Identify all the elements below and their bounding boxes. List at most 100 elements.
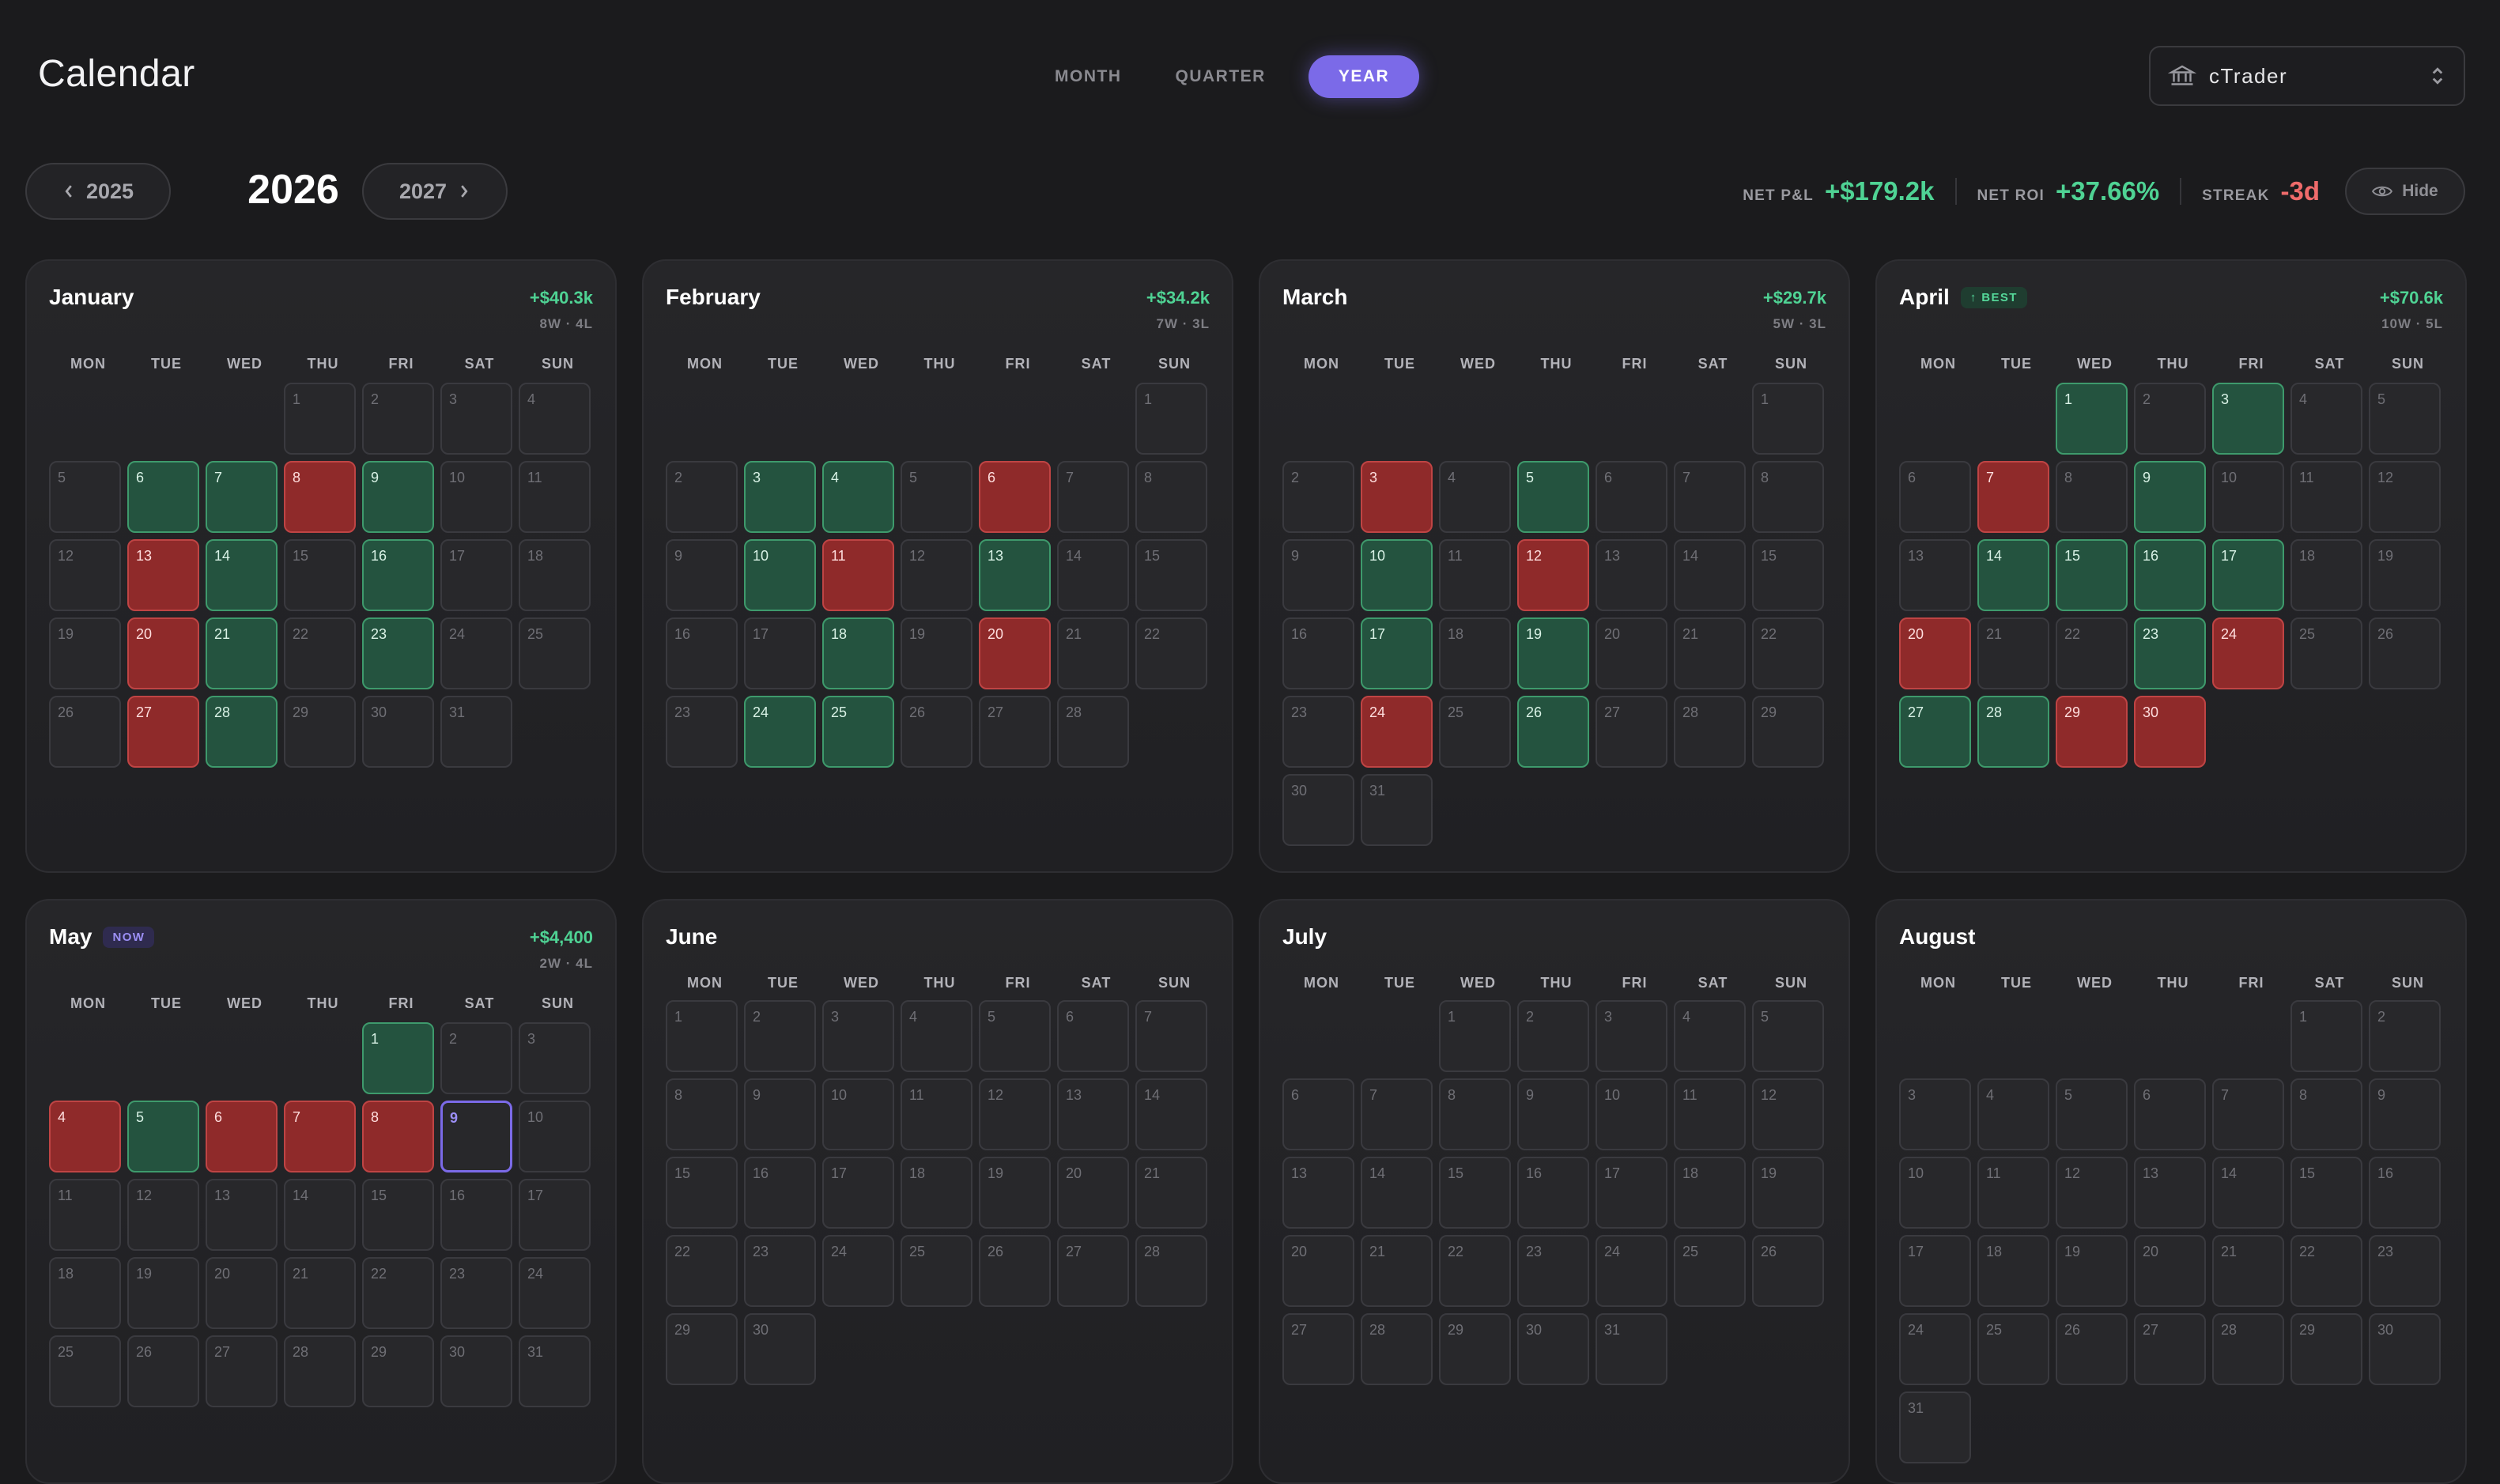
day-cell[interactable]: 25 xyxy=(1439,696,1511,768)
day-cell[interactable]: 2 xyxy=(2134,383,2206,455)
day-cell[interactable]: 9 xyxy=(744,1078,816,1150)
day-cell[interactable]: 14 xyxy=(1135,1078,1207,1150)
day-cell[interactable]: 9 xyxy=(2134,461,2206,533)
day-cell[interactable]: 1 xyxy=(284,383,356,455)
day-cell[interactable]: 12 xyxy=(2369,461,2441,533)
day-cell[interactable]: 19 xyxy=(1517,617,1589,689)
day-cell[interactable]: 2 xyxy=(744,1000,816,1072)
day-cell[interactable]: 9 xyxy=(2369,1078,2441,1150)
day-cell[interactable]: 28 xyxy=(1057,696,1129,768)
day-cell[interactable]: 25 xyxy=(49,1335,121,1407)
day-cell[interactable]: 27 xyxy=(1282,1313,1354,1385)
day-cell[interactable]: 27 xyxy=(2134,1313,2206,1385)
day-cell[interactable]: 7 xyxy=(284,1101,356,1172)
day-cell[interactable]: 17 xyxy=(744,617,816,689)
day-cell[interactable]: 27 xyxy=(979,696,1051,768)
day-cell[interactable]: 7 xyxy=(2212,1078,2284,1150)
day-cell[interactable]: 6 xyxy=(127,461,199,533)
day-cell[interactable]: 23 xyxy=(362,617,434,689)
day-cell[interactable]: 28 xyxy=(2212,1313,2284,1385)
day-cell[interactable]: 24 xyxy=(1899,1313,1971,1385)
day-cell[interactable]: 1 xyxy=(1752,383,1824,455)
day-cell[interactable]: 11 xyxy=(1977,1157,2049,1229)
day-cell[interactable]: 23 xyxy=(2369,1235,2441,1307)
day-cell[interactable]: 4 xyxy=(1674,1000,1746,1072)
day-cell[interactable]: 25 xyxy=(1977,1313,2049,1385)
day-cell[interactable]: 9 xyxy=(440,1101,512,1172)
day-cell[interactable]: 20 xyxy=(1899,617,1971,689)
day-cell[interactable]: 29 xyxy=(284,696,356,768)
day-cell[interactable]: 14 xyxy=(1361,1157,1433,1229)
day-cell[interactable]: 14 xyxy=(206,539,278,611)
day-cell[interactable]: 2 xyxy=(362,383,434,455)
day-cell[interactable]: 3 xyxy=(2212,383,2284,455)
day-cell[interactable]: 1 xyxy=(1135,383,1207,455)
day-cell[interactable]: 18 xyxy=(1439,617,1511,689)
next-year-button[interactable]: 2027 xyxy=(362,163,508,220)
day-cell[interactable]: 11 xyxy=(49,1179,121,1251)
day-cell[interactable]: 12 xyxy=(49,539,121,611)
day-cell[interactable]: 2 xyxy=(1517,1000,1589,1072)
day-cell[interactable]: 7 xyxy=(1057,461,1129,533)
day-cell[interactable]: 16 xyxy=(362,539,434,611)
day-cell[interactable]: 6 xyxy=(206,1101,278,1172)
day-cell[interactable]: 7 xyxy=(1135,1000,1207,1072)
day-cell[interactable]: 17 xyxy=(1899,1235,1971,1307)
day-cell[interactable]: 30 xyxy=(744,1313,816,1385)
day-cell[interactable]: 6 xyxy=(1057,1000,1129,1072)
day-cell[interactable]: 7 xyxy=(1674,461,1746,533)
day-cell[interactable]: 3 xyxy=(519,1022,591,1094)
day-cell[interactable]: 4 xyxy=(1439,461,1511,533)
day-cell[interactable]: 23 xyxy=(440,1257,512,1329)
account-select[interactable]: cTrader xyxy=(2149,46,2465,106)
day-cell[interactable]: 8 xyxy=(1752,461,1824,533)
day-cell[interactable]: 21 xyxy=(1977,617,2049,689)
day-cell[interactable]: 18 xyxy=(901,1157,972,1229)
day-cell[interactable]: 19 xyxy=(127,1257,199,1329)
day-cell[interactable]: 3 xyxy=(1361,461,1433,533)
day-cell[interactable]: 8 xyxy=(1439,1078,1511,1150)
day-cell[interactable]: 10 xyxy=(440,461,512,533)
day-cell[interactable]: 17 xyxy=(822,1157,894,1229)
day-cell[interactable]: 31 xyxy=(1361,774,1433,846)
day-cell[interactable]: 28 xyxy=(206,696,278,768)
day-cell[interactable]: 10 xyxy=(1596,1078,1667,1150)
day-cell[interactable]: 30 xyxy=(440,1335,512,1407)
day-cell[interactable]: 24 xyxy=(1596,1235,1667,1307)
day-cell[interactable]: 26 xyxy=(2369,617,2441,689)
day-cell[interactable]: 30 xyxy=(2134,696,2206,768)
day-cell[interactable]: 11 xyxy=(519,461,591,533)
day-cell[interactable]: 7 xyxy=(206,461,278,533)
day-cell[interactable]: 30 xyxy=(1282,774,1354,846)
day-cell[interactable]: 1 xyxy=(362,1022,434,1094)
day-cell[interactable]: 26 xyxy=(49,696,121,768)
day-cell[interactable]: 6 xyxy=(1596,461,1667,533)
day-cell[interactable]: 8 xyxy=(362,1101,434,1172)
day-cell[interactable]: 16 xyxy=(666,617,738,689)
day-cell[interactable]: 3 xyxy=(1899,1078,1971,1150)
day-cell[interactable]: 9 xyxy=(362,461,434,533)
day-cell[interactable]: 22 xyxy=(1135,617,1207,689)
day-cell[interactable]: 13 xyxy=(127,539,199,611)
day-cell[interactable]: 4 xyxy=(2290,383,2362,455)
day-cell[interactable]: 12 xyxy=(127,1179,199,1251)
day-cell[interactable]: 17 xyxy=(519,1179,591,1251)
day-cell[interactable]: 17 xyxy=(2212,539,2284,611)
day-cell[interactable]: 5 xyxy=(2056,1078,2128,1150)
day-cell[interactable]: 16 xyxy=(2134,539,2206,611)
day-cell[interactable]: 13 xyxy=(1899,539,1971,611)
day-cell[interactable]: 20 xyxy=(1596,617,1667,689)
day-cell[interactable]: 6 xyxy=(1282,1078,1354,1150)
day-cell[interactable]: 15 xyxy=(1752,539,1824,611)
day-cell[interactable]: 28 xyxy=(1977,696,2049,768)
day-cell[interactable]: 10 xyxy=(1899,1157,1971,1229)
day-cell[interactable]: 20 xyxy=(1057,1157,1129,1229)
prev-year-button[interactable]: 2025 xyxy=(25,163,171,220)
day-cell[interactable]: 15 xyxy=(284,539,356,611)
day-cell[interactable]: 17 xyxy=(1596,1157,1667,1229)
day-cell[interactable]: 23 xyxy=(666,696,738,768)
day-cell[interactable]: 1 xyxy=(666,1000,738,1072)
day-cell[interactable]: 14 xyxy=(2212,1157,2284,1229)
day-cell[interactable]: 25 xyxy=(901,1235,972,1307)
day-cell[interactable]: 18 xyxy=(2290,539,2362,611)
